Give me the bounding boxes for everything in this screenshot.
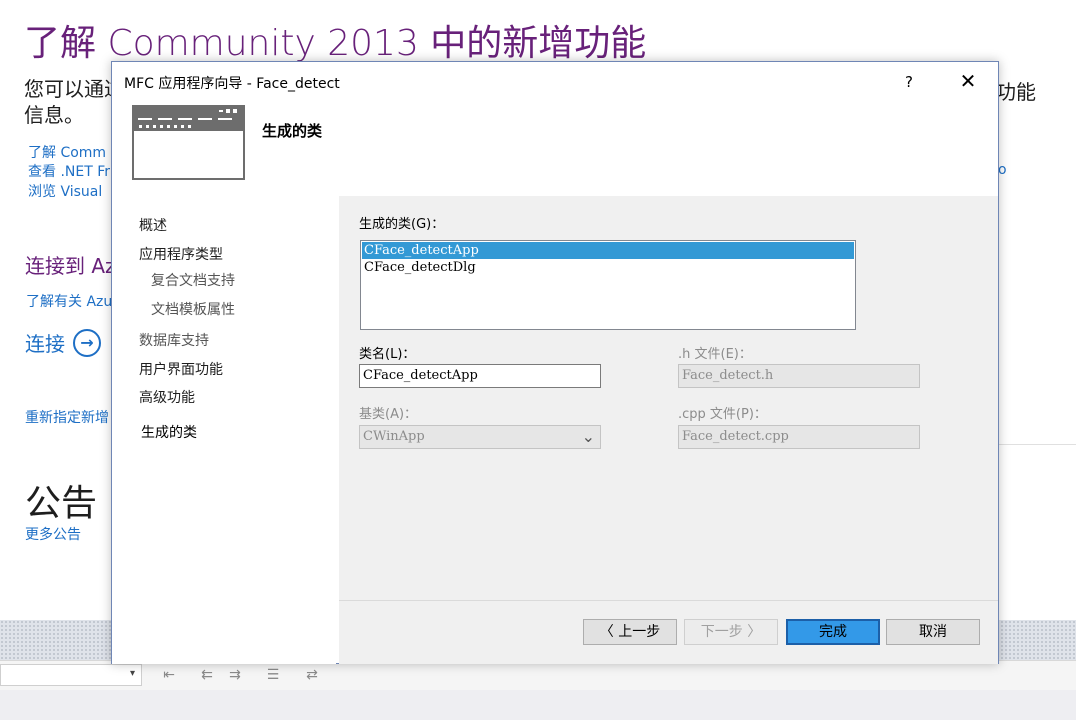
chevron-down-icon: ▾ bbox=[129, 668, 135, 679]
help-button[interactable]: ? bbox=[897, 70, 921, 94]
nav-item-ui-features[interactable]: 用户界面功能 bbox=[139, 359, 223, 379]
browse-visual-link[interactable]: 浏览 Visual bbox=[28, 181, 102, 201]
cpp-file-field: Face_detect.cpp bbox=[678, 425, 920, 449]
cancel-button[interactable]: 取消 bbox=[886, 619, 980, 645]
wizard-content: 生成的类(G)： CFace_detectApp CFace_detectDlg… bbox=[339, 196, 998, 600]
generated-classes-list[interactable]: CFace_detectApp CFace_detectDlg bbox=[360, 240, 856, 330]
news-heading: 公告 bbox=[25, 483, 98, 524]
list-item[interactable]: CFace_detectApp bbox=[362, 242, 854, 259]
dialog-titlebar[interactable]: MFC 应用程序向导 - Face_detect ? ✕ bbox=[112, 62, 998, 100]
learn-community-link[interactable]: 了解 Comm bbox=[28, 142, 106, 162]
retarget-link[interactable]: 重新指定新增 bbox=[25, 407, 109, 427]
list-item[interactable]: CFace_detectDlg bbox=[362, 259, 854, 276]
class-name-label: 类名(L)： bbox=[359, 347, 416, 362]
start-page-title: 了解 Community 2013 中的新增功能 bbox=[24, 23, 647, 64]
previous-button[interactable]: 〈 上一步 bbox=[583, 619, 677, 645]
mfc-wizard-dialog: MFC 应用程序向导 - Face_detect ? ✕ 生成的类 概述 应用程… bbox=[111, 61, 999, 664]
base-class-value: CWinApp bbox=[363, 429, 425, 444]
h-file-label: .h 文件(E)： bbox=[678, 347, 752, 362]
page-title: 生成的类 bbox=[262, 122, 323, 140]
window-illustration-titlebar bbox=[134, 107, 243, 131]
class-name-field[interactable]: CFace_detectApp bbox=[359, 364, 601, 388]
learn-azure-link[interactable]: 了解有关 Azu bbox=[26, 291, 112, 311]
wizard-nav: 概述 应用程序类型 复合文档支持 文档模板属性 数据库支持 用户界面功能 高级功… bbox=[112, 196, 336, 664]
align-left-icon[interactable]: ⇇ bbox=[198, 666, 216, 684]
align-right-icon[interactable]: ⇉ bbox=[226, 666, 244, 684]
generated-classes-label: 生成的类(G)： bbox=[359, 217, 445, 232]
window-illustration-icon bbox=[132, 105, 245, 180]
cpp-file-label: .cpp 文件(P)： bbox=[678, 407, 767, 422]
connect-link[interactable]: 连接 → bbox=[25, 328, 101, 357]
bottom-panel bbox=[0, 690, 1076, 720]
swap-icon[interactable]: ⇄ bbox=[303, 666, 321, 684]
outdent-icon[interactable]: ⇤ bbox=[160, 666, 178, 684]
nav-item-database-support[interactable]: 数据库支持 bbox=[139, 330, 209, 350]
finish-button[interactable]: 完成 bbox=[786, 619, 880, 645]
base-class-dropdown: CWinApp ⌄ bbox=[359, 425, 601, 449]
wizard-footer: 〈 上一步 下一步 〉 完成 取消 bbox=[339, 600, 998, 664]
nav-item-generated-classes[interactable]: 生成的类 bbox=[141, 422, 197, 442]
intro-line-2: 信息。 bbox=[24, 103, 84, 127]
base-class-label: 基类(A)： bbox=[359, 407, 418, 422]
window-illustration-lines bbox=[138, 109, 237, 128]
nav-item-compound-document[interactable]: 复合文档支持 bbox=[151, 270, 235, 290]
start-page-intro: 您可以通过 信息。 bbox=[24, 76, 124, 128]
connect-label: 连接 bbox=[25, 332, 65, 356]
intro-line-1: 您可以通过 bbox=[24, 77, 124, 101]
nav-item-document-template[interactable]: 文档模板属性 bbox=[151, 299, 235, 319]
right-link-fragment[interactable]: o bbox=[998, 162, 1007, 178]
nav-item-overview[interactable]: 概述 bbox=[139, 215, 167, 235]
wizard-header: 生成的类 bbox=[112, 100, 998, 196]
toolbar-combobox[interactable]: ▾ bbox=[0, 664, 142, 686]
arrow-right-circle-icon: → bbox=[73, 328, 101, 357]
dialog-title: MFC 应用程序向导 - Face_detect bbox=[124, 76, 340, 92]
more-news-link[interactable]: 更多公告 bbox=[25, 524, 81, 544]
nav-item-advanced-features[interactable]: 高级功能 bbox=[139, 387, 195, 407]
divider bbox=[998, 444, 1076, 445]
nav-item-application-type[interactable]: 应用程序类型 bbox=[139, 244, 223, 264]
connect-azure-heading: 连接到 Az bbox=[25, 254, 116, 278]
intro-right-text: 功能 bbox=[996, 80, 1036, 104]
next-button: 下一步 〉 bbox=[684, 619, 778, 645]
close-button[interactable]: ✕ bbox=[955, 70, 981, 94]
list-icon[interactable]: ☰ bbox=[264, 666, 282, 684]
chevron-down-icon: ⌄ bbox=[581, 427, 595, 446]
h-file-field: Face_detect.h bbox=[678, 364, 920, 388]
view-net-link[interactable]: 查看 .NET Fr bbox=[28, 161, 110, 181]
